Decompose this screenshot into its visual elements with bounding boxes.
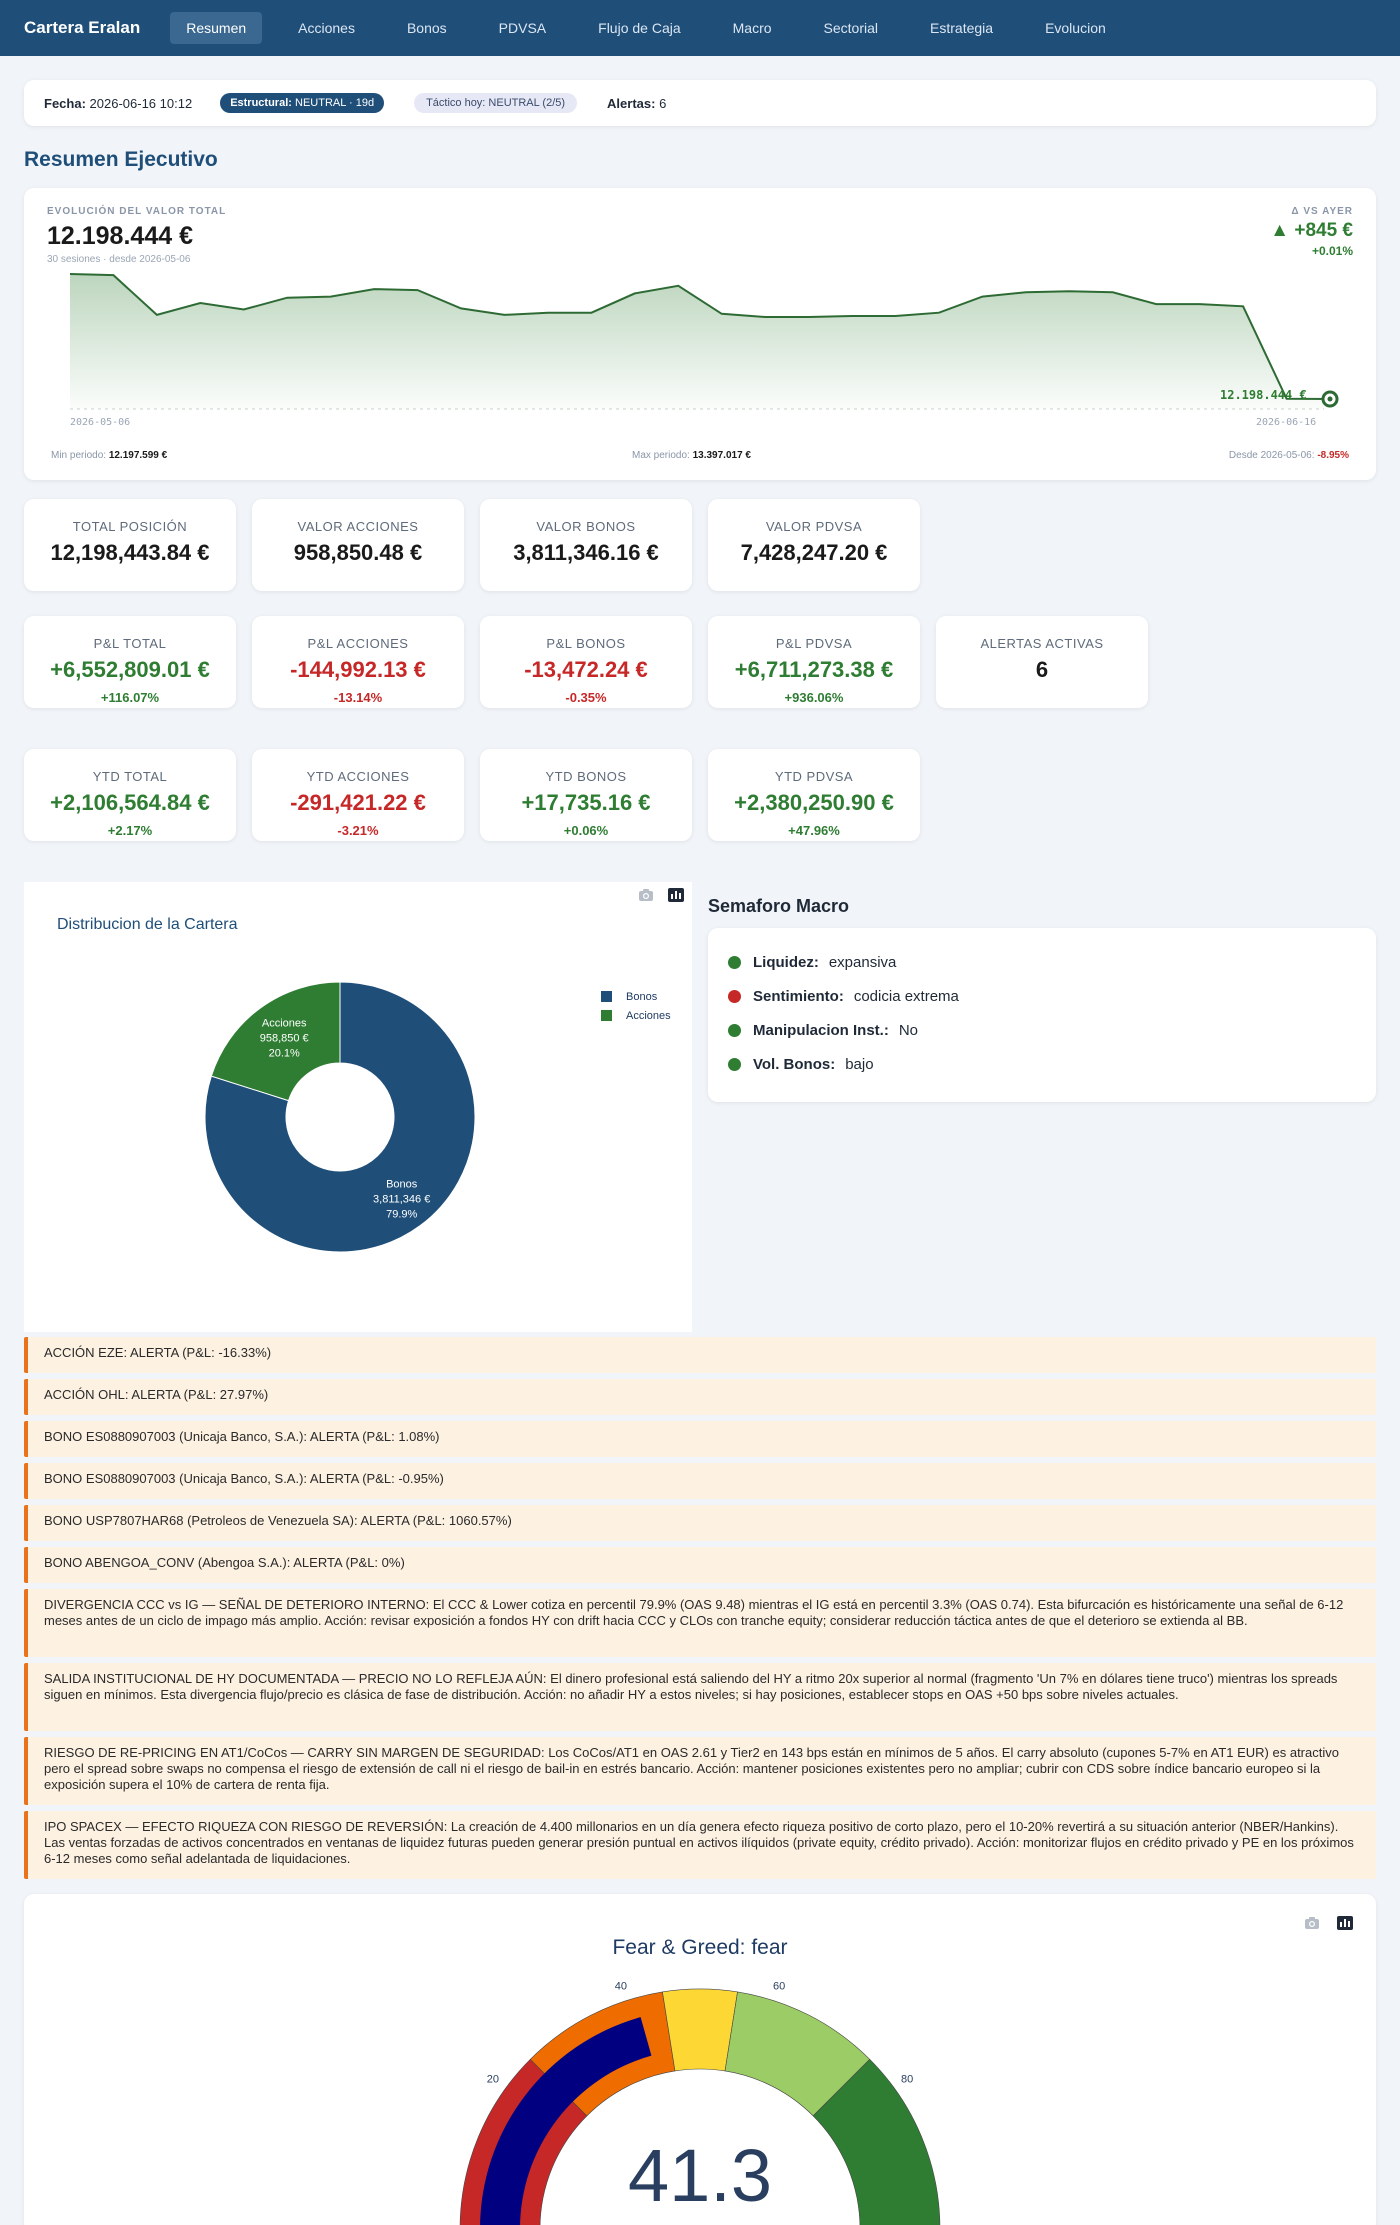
distribution-donut-chart: Bonos 3,811,346 € 79.9% Acciones 958,850… (204, 981, 671, 1253)
status-tactico-badge: Táctico hoy: NEUTRAL (2/5) (414, 93, 578, 113)
macro-item-liquidez: Liquidez: expansiva (728, 954, 896, 971)
fear-greed-gauge-card: Fear & Greed: fear 020406080100 41.3 (24, 1894, 1376, 2225)
tab-resumen[interactable]: Resumen (170, 12, 263, 44)
slice-acciones-name: Acciones (262, 1018, 307, 1030)
alert-item: DIVERGENCIA CCC vs IG — SEÑAL DE DETERIO… (24, 1589, 1376, 1657)
slice-bonos-percent: 79.9% (386, 1208, 417, 1220)
delta-percent: +0.01% (1311, 244, 1353, 258)
kpi-valor-pdvsa: VALOR PDVSA 7,428,247.20 € (708, 499, 920, 591)
end-point-marker-center (1327, 396, 1333, 402)
tab-evolucion[interactable]: Evolucion (1029, 12, 1122, 44)
min-period: Min periodo: 12.197.599 € (51, 450, 168, 461)
slice-bonos-name: Bonos (386, 1178, 418, 1190)
alert-item: BONO ABENGOA_CONV (Abengoa S.A.): ALERTA… (24, 1547, 1376, 1583)
kpi-valor-acciones: VALOR ACCIONES 958,850.48 € (252, 499, 464, 591)
kpi-pl-total: P&L TOTAL +6,552,809.01 € +116.07% (24, 616, 236, 708)
macro-item-vol-bonos: Vol. Bonos: bajo (728, 1056, 874, 1073)
fear-greed-gauge: 020406080100 41.3 (441, 1981, 965, 2225)
alert-item: RIESGO DE RE-PRICING EN AT1/CoCos — CARR… (24, 1737, 1376, 1805)
macro-item-manipulacion: Manipulacion Inst.: No (728, 1022, 918, 1039)
distribution-chart-panel: Distribucion de la Cartera Bonos 3,811,3… (24, 882, 692, 1332)
status-dot-icon (728, 1058, 741, 1071)
macro-semaforo-card: Liquidez: expansiva Sentimiento: codicia e… (708, 928, 1376, 1102)
status-dot-icon (728, 1024, 741, 1037)
start-date-label: 2026-05-06 (70, 417, 130, 428)
macro-item-sentimiento: Sentimiento: codicia extrema (728, 988, 959, 1005)
end-value-label: 12.198.444 € (1220, 388, 1307, 402)
kpi-valor-bonos: VALOR BONOS 3,811,346.16 € (480, 499, 692, 591)
tab-acciones[interactable]: Acciones (282, 12, 371, 44)
status-dot-icon (728, 990, 741, 1003)
legend-label-bonos[interactable]: Bonos (626, 991, 658, 1003)
delta-value: ▲ +845 € (1270, 220, 1353, 241)
kpi-ytd-bonos: YTD BONOS +17,735.16 € +0.06% (480, 749, 692, 841)
kpi-pl-pdvsa: P&L PDVSA +6,711,273.38 € +936.06% (708, 616, 920, 708)
kpi-ytd-pdvsa: YTD PDVSA +2,380,250.90 € +47.96% (708, 749, 920, 841)
tab-sectorial[interactable]: Sectorial (808, 12, 894, 44)
kpi-total-posicion: TOTAL POSICIÓN 12,198,443.84 € (24, 499, 236, 591)
alert-item: SALIDA INSTITUCIONAL DE HY DOCUMENTADA —… (24, 1663, 1376, 1731)
tab-flujo-de-caja[interactable]: Flujo de Caja (582, 12, 697, 44)
kpi-ytd-total: YTD TOTAL +2,106,564.84 € +2.17% (24, 749, 236, 841)
gauge-tick-label: 60 (773, 1981, 785, 1993)
evolution-subtitle: 30 sesiones · desde 2026-05-06 (47, 254, 191, 265)
status-fecha: Fecha: 2026-06-16 10:12 (44, 95, 193, 111)
delta-label: Δ VS AYER (1291, 206, 1353, 217)
alert-item: ACCIÓN EZE: ALERTA (P&L: -16.33%) (24, 1337, 1376, 1373)
slice-acciones-value: 958,850 € (260, 1033, 309, 1045)
since-period: Desde 2026-05-06: -8.95% (1228, 450, 1349, 461)
status-alertas: Alertas: 6 (607, 95, 667, 111)
status-estructural-badge: Estructural: NEUTRAL · 19d (220, 93, 385, 113)
kpi-alertas-activas: ALERTAS ACTIVAS 6 (936, 616, 1148, 708)
slice-bonos-value: 3,811,346 € (373, 1193, 430, 1205)
gauge-tick-label: 80 (901, 2074, 913, 2086)
kpi-pl-bonos: P&L BONOS -13,472.24 € -0.35% (480, 616, 692, 708)
alert-item: BONO USP7807HAR68 (Petroleos de Venezuel… (24, 1505, 1376, 1541)
gauge-value-number: 41.3 (628, 2134, 772, 2217)
macro-semaforo-title: Semaforo Macro (708, 896, 850, 916)
legend-swatch-bonos[interactable] (601, 991, 612, 1002)
evolution-value: 12.198.444 € (47, 222, 193, 250)
alert-item: BONO ES0880907003 (Unicaja Banco, S.A.):… (24, 1463, 1376, 1499)
gauge-tick-label: 40 (615, 1981, 627, 1993)
evolution-card: EVOLUCIÓN DEL VALOR TOTAL 12.198.444 € 3… (24, 188, 1376, 480)
legend-swatch-acciones[interactable] (601, 1010, 612, 1021)
kpi-ytd-acciones: YTD ACCIONES -291,421.22 € -3.21% (252, 749, 464, 841)
top-navbar: Cartera Eralan Resumen Acciones Bonos PD… (0, 0, 1400, 56)
slice-acciones-percent: 20.1% (269, 1048, 300, 1060)
kpi-pl-acciones: P&L ACCIONES -144,992.13 € -13.14% (252, 616, 464, 708)
status-dot-icon (728, 956, 741, 969)
end-date-label: 2026-06-16 (1256, 417, 1316, 428)
gauge-tick-label: 20 (487, 2074, 499, 2086)
tab-bonos[interactable]: Bonos (391, 12, 463, 44)
legend-label-acciones[interactable]: Acciones (626, 1010, 671, 1022)
gauge-band-2 (662, 1988, 738, 2072)
alert-item: BONO ES0880907003 (Unicaja Banco, S.A.):… (24, 1421, 1376, 1457)
brand-title: Cartera Eralan (24, 18, 141, 37)
tab-macro[interactable]: Macro (717, 12, 788, 44)
evolution-line-chart: 2026-05-06 2026-06-16 12.198.444 € (69, 273, 1339, 428)
alert-item: ACCIÓN OHL: ALERTA (P&L: 27.97%) (24, 1379, 1376, 1415)
page-title: Resumen Ejecutivo (24, 148, 218, 171)
alert-item: IPO SPACEX — EFECTO RIQUEZA CON RIESGO D… (24, 1811, 1376, 1879)
status-bar: Fecha: 2026-06-16 10:12 Estructural: NEU… (24, 80, 1376, 126)
tab-estrategia[interactable]: Estrategia (914, 12, 1009, 44)
tab-pdvsa[interactable]: PDVSA (483, 12, 562, 44)
evolution-area (70, 274, 1330, 409)
evolution-label: EVOLUCIÓN DEL VALOR TOTAL (47, 206, 227, 217)
max-period: Max periodo: 13.397.017 € (632, 450, 751, 461)
